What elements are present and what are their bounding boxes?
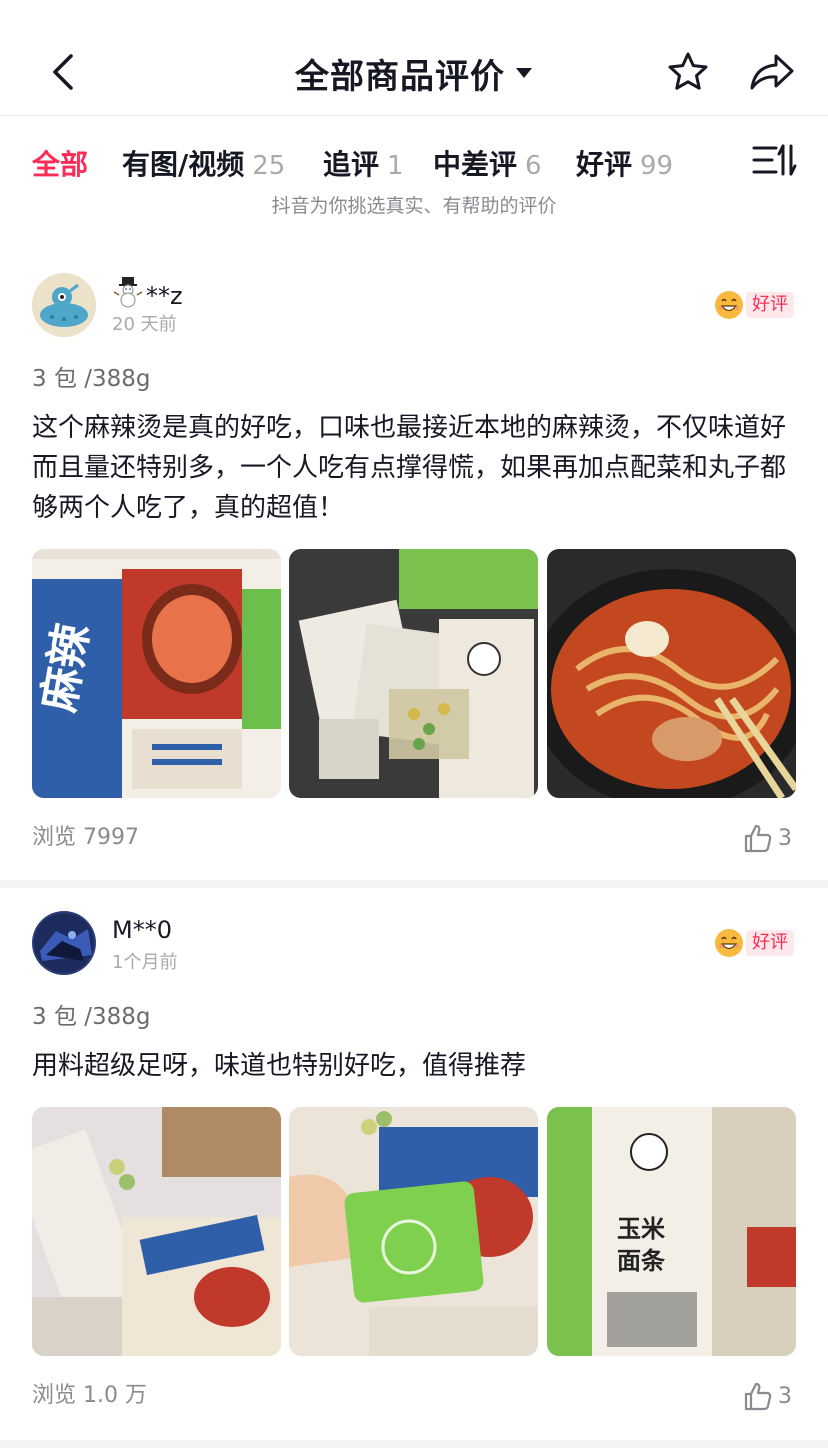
- photo-noodle-bowl: [547, 549, 796, 798]
- avatar-image: [32, 273, 96, 337]
- photo-packages-table: [32, 1107, 281, 1356]
- review-photo[interactable]: 玉米 面条: [547, 1107, 796, 1356]
- review-photo[interactable]: [289, 1107, 538, 1356]
- caret-down-icon: [516, 68, 532, 78]
- tab-label: 全部: [32, 148, 89, 181]
- thumbs-up-icon: [744, 1382, 772, 1411]
- tab-count: 6: [525, 151, 542, 181]
- photo-vegetable-pack: [289, 1107, 538, 1356]
- svg-text:玉米: 玉米: [617, 1214, 665, 1243]
- badge-label: 好评: [746, 292, 794, 318]
- divider: [0, 1440, 828, 1448]
- divider: [0, 880, 828, 888]
- like-button[interactable]: 3: [744, 822, 800, 854]
- tab-label: 有图/视频: [122, 148, 245, 181]
- snowman-icon: [112, 276, 144, 316]
- like-button[interactable]: 3: [744, 1380, 800, 1412]
- username: M**0: [112, 916, 172, 944]
- like-count: 3: [778, 825, 792, 851]
- smiley-icon: [715, 291, 743, 319]
- view-count: 浏览 7997: [32, 825, 139, 850]
- username-text: **z: [146, 282, 183, 310]
- photo-corn-noodle-pack: 玉米 面条: [547, 1107, 796, 1356]
- review-photo[interactable]: [289, 549, 538, 798]
- share-button[interactable]: [748, 48, 796, 96]
- rating-badge: 好评: [714, 928, 796, 958]
- review-photo[interactable]: [32, 1107, 281, 1356]
- review-text: 用料超级足呀，味道也特别好吃，值得推荐: [32, 1051, 527, 1081]
- tab-positive[interactable]: 好评 99: [576, 145, 673, 185]
- tab-negative[interactable]: 中差评 6: [433, 145, 542, 185]
- tab-follow-up[interactable]: 追评 1: [323, 145, 404, 185]
- view-count: 浏览 1.0 万: [32, 1383, 147, 1408]
- avatar-image: [32, 911, 96, 975]
- tab-label: 追评: [323, 148, 380, 181]
- tab-label: 好评: [576, 148, 633, 181]
- photo-ingredient-packets: [289, 549, 538, 798]
- review-tip: 抖音为你挑选真实、有帮助的评价: [0, 192, 828, 220]
- rating-badge: 好评: [714, 290, 796, 320]
- tab-count: 25: [252, 151, 286, 181]
- share-arrow-icon: [750, 54, 794, 90]
- sort-filter-icon[interactable]: [750, 140, 798, 180]
- product-spec: 3 包 /388g: [32, 366, 151, 392]
- username: **z: [112, 276, 183, 310]
- smiley-icon: [715, 929, 743, 957]
- tab-with-media[interactable]: 有图/视频 25: [122, 145, 285, 185]
- review-photo[interactable]: [547, 549, 796, 798]
- tab-count: 1: [387, 151, 404, 181]
- tab-count: 99: [640, 151, 674, 181]
- review-text: 这个麻辣烫是真的好吃，口味也最接近本地的麻辣烫，不仅味道好而且量还特别多，一个人…: [32, 413, 787, 523]
- like-count: 3: [778, 1383, 792, 1409]
- badge-label: 好评: [746, 930, 794, 956]
- photo-noodle-package: 麻辣: [32, 549, 281, 798]
- svg-text:面条: 面条: [617, 1246, 666, 1275]
- top-bar: 全部商品评价: [0, 0, 828, 116]
- favorite-button[interactable]: [664, 48, 712, 96]
- avatar[interactable]: [32, 273, 96, 337]
- review-photo[interactable]: 麻辣: [32, 549, 281, 798]
- review-time: 1个月前: [112, 952, 178, 973]
- tab-all[interactable]: 全部: [32, 145, 88, 185]
- tip-text: 抖音为你挑选真实、有帮助的评价: [271, 195, 557, 217]
- review-time: 20 天前: [112, 314, 177, 335]
- star-icon: [668, 52, 708, 90]
- page-title: 全部商品评价: [295, 56, 505, 97]
- tab-label: 中差评: [433, 148, 518, 181]
- avatar[interactable]: [32, 911, 96, 975]
- thumbs-up-icon: [744, 824, 772, 853]
- product-spec: 3 包 /388g: [32, 1004, 151, 1030]
